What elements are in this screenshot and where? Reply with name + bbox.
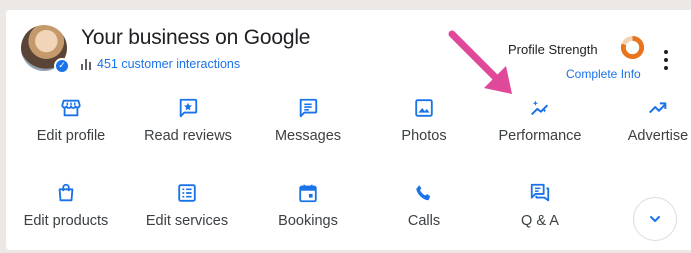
performance-label: Performance xyxy=(498,128,582,144)
calls-button[interactable]: Calls xyxy=(364,182,484,229)
qa-label: Q & A xyxy=(521,213,559,229)
qa-chat-icon xyxy=(530,183,550,202)
messages-button[interactable]: Messages xyxy=(248,97,368,144)
storefront-icon xyxy=(61,99,81,117)
advertise-button[interactable]: Advertise xyxy=(598,97,691,144)
edit-products-button[interactable]: Edit products xyxy=(6,182,126,229)
customer-interactions-link[interactable]: 451 customer interactions xyxy=(81,57,240,71)
annotation-arrow-icon xyxy=(448,30,512,94)
verified-badge-icon: ✓ xyxy=(54,58,70,74)
complete-info-link[interactable]: Complete Info xyxy=(566,67,641,81)
edit-services-button[interactable]: Edit services xyxy=(127,182,247,229)
phone-icon xyxy=(416,185,431,201)
read-reviews-label: Read reviews xyxy=(144,128,232,144)
profile-strength-ring-icon xyxy=(620,35,645,60)
qa-button[interactable]: Q & A xyxy=(480,182,600,229)
advertise-label: Advertise xyxy=(627,128,689,144)
bar-chart-icon xyxy=(81,58,91,70)
bookings-button[interactable]: Bookings xyxy=(248,182,368,229)
bookings-label: Bookings xyxy=(278,213,338,229)
photo-icon xyxy=(415,99,433,117)
calls-label: Calls xyxy=(407,213,441,229)
trending-up-icon xyxy=(649,102,667,114)
business-profile-card: ✓ Your business on Google 451 customer i… xyxy=(6,10,691,250)
message-icon xyxy=(299,98,318,118)
edit-products-label: Edit products xyxy=(23,213,109,229)
avatar[interactable]: ✓ xyxy=(21,25,70,74)
more-options-icon[interactable] xyxy=(662,50,670,70)
customer-interactions-label: 451 customer interactions xyxy=(97,57,241,71)
performance-sparkle-icon xyxy=(531,100,549,116)
photos-button[interactable]: Photos xyxy=(364,97,484,144)
performance-button[interactable]: Performance xyxy=(480,97,600,144)
chevron-down-icon xyxy=(650,216,660,222)
edit-profile-label: Edit profile xyxy=(36,128,106,144)
page-title: Your business on Google xyxy=(81,26,311,49)
read-reviews-button[interactable]: Read reviews xyxy=(128,97,248,144)
messages-label: Messages xyxy=(274,128,342,144)
expand-more-button[interactable] xyxy=(633,197,677,241)
profile-strength-label: Profile Strength xyxy=(508,42,598,57)
review-star-icon xyxy=(179,98,198,118)
edit-profile-button[interactable]: Edit profile xyxy=(11,97,131,144)
edit-services-label: Edit services xyxy=(145,213,229,229)
services-list-icon xyxy=(178,184,196,202)
calendar-icon xyxy=(299,184,317,203)
shopping-bag-icon xyxy=(58,183,74,202)
photos-label: Photos xyxy=(401,128,447,144)
